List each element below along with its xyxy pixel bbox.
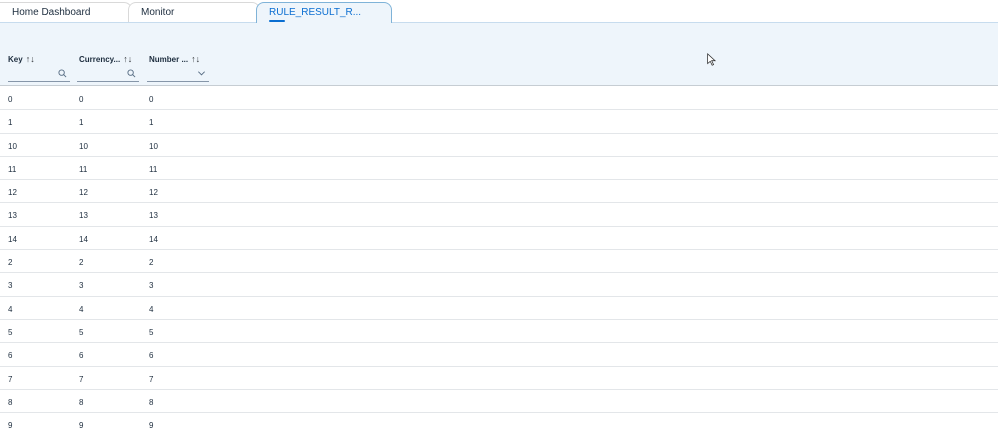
currency-cell: 6 (79, 351, 84, 361)
currency-cell: 0 (79, 95, 84, 104)
number-filter-select[interactable] (147, 69, 209, 82)
column-header-label: Number ... (149, 55, 189, 64)
currency-cell: 13 (79, 211, 88, 221)
table-row[interactable]: 14 14 14 (0, 227, 998, 251)
table-row[interactable]: 4 4 4 (0, 297, 998, 320)
tab-label: Home Dashboard (12, 7, 91, 18)
number-cell: 11 (149, 164, 158, 174)
number-cell: 13 (149, 211, 158, 221)
currency-cell: 4 (79, 304, 84, 314)
number-cell: 0 (149, 95, 154, 104)
chevron-down-icon[interactable] (197, 69, 206, 78)
number-cell: 2 (149, 258, 154, 268)
number-cell: 5 (149, 327, 154, 337)
table-row[interactable]: 9 9 9 (0, 413, 998, 434)
key-cell: 5 (8, 327, 13, 337)
number-cell: 14 (149, 234, 158, 244)
number-cell: 9 (149, 421, 154, 431)
number-cell: 10 (149, 141, 158, 151)
table-body: 0 0 0 1 1 1 10 10 10 11 11 11 12 12 12 13 13 13 14 14 14 2 2 2 3… (0, 87, 998, 434)
table-row[interactable]: 0 0 0 (0, 87, 998, 111)
search-icon[interactable] (127, 69, 136, 78)
sort-icon[interactable]: ↑↓ (26, 54, 35, 64)
table-row[interactable]: 10 10 10 (0, 134, 998, 157)
currency-cell: 7 (79, 374, 84, 384)
currency-cell: 2 (79, 258, 84, 268)
currency-cell: 9 (79, 421, 84, 431)
tab-label: Monitor (141, 7, 175, 18)
currency-cell: 8 (79, 397, 84, 407)
number-cell: 6 (149, 351, 154, 361)
table-row[interactable]: 7 7 7 (0, 367, 998, 390)
table-row[interactable]: 6 6 6 (0, 343, 998, 367)
table-row[interactable]: 5 5 5 (0, 320, 998, 344)
sort-icon[interactable]: ↑↓ (191, 54, 200, 64)
table-header: Key ↑↓ Currency... ↑↓ Number ... ↑↓ (0, 22, 998, 86)
key-cell: 9 (8, 421, 13, 431)
column-header-label: Key (8, 55, 23, 64)
table-row[interactable]: 8 8 8 (0, 390, 998, 414)
app-window: Home Dashboard Monitor RULE_RESULT_R... … (0, 0, 998, 434)
key-cell: 14 (8, 234, 17, 244)
currency-cell: 14 (79, 234, 88, 244)
currency-cell: 1 (79, 118, 84, 128)
key-cell: 8 (8, 397, 13, 407)
currency-cell: 3 (79, 281, 84, 291)
mouse-cursor-icon (707, 53, 717, 66)
number-cell: 1 (149, 118, 154, 128)
sort-icon[interactable]: ↑↓ (123, 54, 132, 64)
column-header-number[interactable]: Number ... ↑↓ (149, 54, 200, 64)
key-cell: 0 (8, 95, 13, 104)
number-cell: 12 (149, 188, 158, 198)
column-header-key[interactable]: Key ↑↓ (8, 54, 35, 64)
key-cell: 2 (8, 258, 13, 268)
key-cell: 13 (8, 211, 17, 221)
key-cell: 12 (8, 188, 17, 198)
key-cell: 4 (8, 304, 13, 314)
key-cell: 11 (8, 164, 17, 174)
number-cell: 4 (149, 304, 154, 314)
column-header-label: Currency... (79, 55, 121, 64)
table-row[interactable]: 13 13 13 (0, 203, 998, 227)
tab-bar: Home Dashboard Monitor RULE_RESULT_R... (0, 0, 998, 23)
table-row[interactable]: 3 3 3 (0, 273, 998, 297)
key-cell: 6 (8, 351, 13, 361)
number-cell: 8 (149, 397, 154, 407)
number-cell: 7 (149, 374, 154, 384)
tab-label: RULE_RESULT_R... (269, 7, 362, 18)
key-cell: 1 (8, 118, 13, 128)
currency-cell: 12 (79, 188, 88, 198)
key-cell: 3 (8, 281, 13, 291)
tab-home-dashboard[interactable]: Home Dashboard (0, 2, 132, 22)
currency-cell: 5 (79, 327, 84, 337)
table-row[interactable]: 11 11 11 (0, 157, 998, 181)
active-tab-indicator (269, 20, 285, 22)
column-header-currency[interactable]: Currency... ↑↓ (79, 54, 132, 64)
key-cell: 10 (8, 141, 17, 151)
table-row[interactable]: 2 2 2 (0, 250, 998, 274)
table-row[interactable]: 12 12 12 (0, 180, 998, 204)
currency-filter-input[interactable] (77, 69, 139, 82)
search-icon[interactable] (58, 69, 67, 78)
currency-cell: 11 (79, 164, 88, 174)
table-row[interactable]: 1 1 1 (0, 110, 998, 134)
tab-rule-result[interactable]: RULE_RESULT_R... (256, 2, 392, 23)
currency-cell: 10 (79, 141, 88, 151)
number-cell: 3 (149, 281, 154, 291)
key-cell: 7 (8, 374, 13, 384)
tab-monitor[interactable]: Monitor (128, 2, 260, 22)
key-filter-input[interactable] (8, 69, 70, 82)
